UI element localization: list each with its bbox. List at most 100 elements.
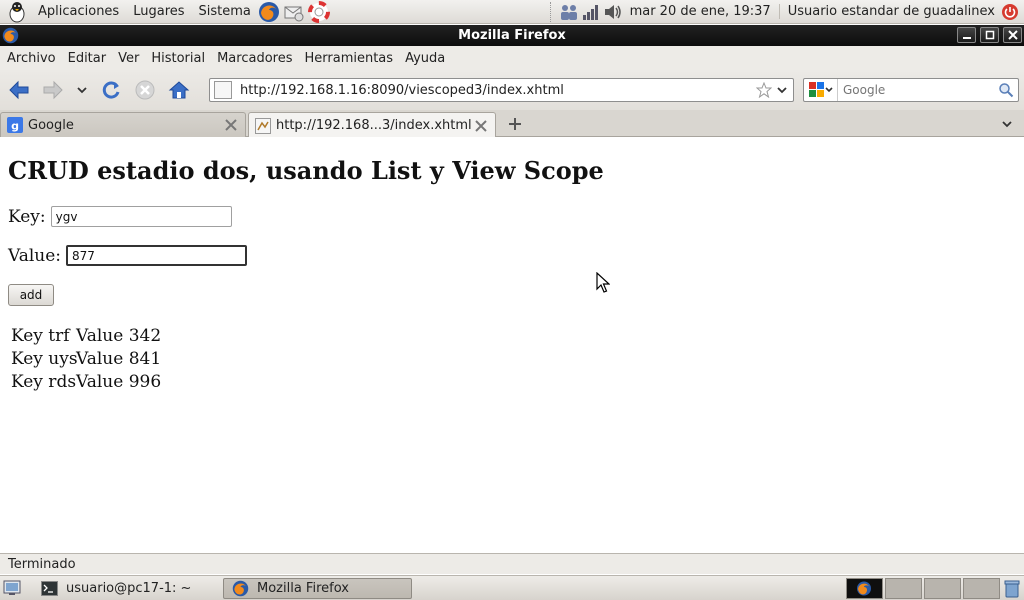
user-switcher[interactable]: Usuario estandar de guadalinex (778, 4, 999, 19)
firefox-icon (232, 580, 249, 597)
status-bar: Terminado (0, 553, 1024, 574)
minimize-icon (962, 37, 971, 39)
top-panel: Aplicaciones Lugares Sistema mar 20 de e… (0, 0, 1024, 24)
result-value: Value 841 (76, 348, 162, 369)
workspace-4[interactable] (963, 578, 1000, 599)
result-key: Key rds (11, 371, 77, 392)
bottom-panel: usuario@pc17-1: ~ Mozilla Firefox (0, 575, 1024, 600)
history-dropdown-button[interactable] (72, 75, 92, 105)
close-window-button[interactable] (1003, 27, 1022, 43)
stop-button[interactable] (130, 75, 160, 105)
bookmark-star-icon[interactable] (755, 81, 773, 99)
window-titlebar[interactable]: Mozilla Firefox (0, 25, 1024, 46)
key-row: Key: (8, 206, 232, 227)
close-tab-icon[interactable] (473, 118, 489, 134)
result-value: Value 996 (76, 371, 162, 392)
trash-icon[interactable] (1003, 579, 1021, 598)
places-menu[interactable]: Lugares (126, 4, 191, 19)
home-icon (168, 81, 190, 99)
forward-arrow-icon (43, 80, 63, 100)
chevron-down-icon (777, 87, 787, 94)
add-button[interactable]: add (8, 284, 54, 306)
maximize-button[interactable] (980, 27, 999, 43)
search-magnifier-icon[interactable] (996, 80, 1016, 100)
window-controls (957, 27, 1022, 43)
panel-clock[interactable]: mar 20 de ene, 19:37 (624, 4, 779, 19)
firefox-icon[interactable] (2, 27, 19, 44)
window-title: Mozilla Firefox (458, 28, 566, 43)
help-launcher-icon[interactable] (307, 0, 330, 23)
task-label: Mozilla Firefox (257, 581, 349, 596)
value-row: Value: (8, 245, 248, 266)
tab-index-xhtml[interactable]: http://192.168...3/index.xhtml (248, 112, 496, 138)
page-heading: CRUD estadio dos, usando List y View Sco… (8, 156, 604, 185)
result-value: Value 342 (76, 325, 162, 346)
menu-herramientas[interactable]: Herramientas (299, 51, 400, 66)
firefox-launcher-icon[interactable] (258, 1, 280, 23)
reload-icon (102, 81, 120, 99)
minimize-button[interactable] (957, 27, 976, 43)
svg-text:g: g (11, 120, 19, 133)
results-list: Key trf Value 342 Key uys Value 841 Key … (11, 324, 161, 393)
url-text[interactable]: http://192.168.1.16:8090/viescoped3/inde… (236, 83, 755, 98)
taskbar-firefox[interactable]: Mozilla Firefox (223, 578, 412, 599)
workspace-3[interactable] (924, 578, 961, 599)
list-item: Key rds Value 996 (11, 370, 161, 393)
system-tray: mar 20 de ene, 19:37 Usuario estandar de… (544, 0, 1024, 24)
workspace-2[interactable] (885, 578, 922, 599)
back-button[interactable] (4, 75, 34, 105)
maximize-icon (985, 30, 994, 40)
task-label: usuario@pc17-1: ~ (66, 581, 192, 596)
tab-label: Google (28, 117, 74, 133)
search-input[interactable] (838, 83, 996, 97)
menu-ver[interactable]: Ver (112, 51, 145, 66)
tab-list-chevron-icon[interactable] (998, 115, 1016, 133)
users-icon[interactable] (559, 2, 579, 22)
back-arrow-icon (9, 80, 29, 100)
network-signal-icon[interactable] (581, 2, 601, 22)
search-engine-selector[interactable] (804, 79, 838, 101)
tray-separator (549, 1, 552, 22)
value-input[interactable] (66, 245, 248, 266)
volume-icon[interactable] (603, 2, 623, 22)
result-key: Key trf (11, 325, 70, 346)
distro-logo-icon[interactable] (6, 1, 28, 23)
tab-label: http://192.168...3/index.xhtml (276, 118, 472, 133)
system-menu[interactable]: Sistema (192, 4, 258, 19)
page-content: CRUD estadio dos, usando List y View Sco… (0, 137, 1024, 553)
home-button[interactable] (164, 75, 194, 105)
site-identity-icon[interactable] (214, 81, 232, 99)
show-desktop-icon[interactable] (3, 579, 21, 597)
mail-launcher-icon[interactable] (283, 1, 305, 23)
url-history-dropdown[interactable] (775, 81, 789, 99)
close-tab-icon[interactable] (223, 117, 239, 133)
key-input[interactable] (50, 206, 232, 227)
menu-archivo[interactable]: Archivo (1, 51, 62, 66)
key-label: Key: (8, 206, 46, 227)
power-icon[interactable] (1000, 2, 1020, 22)
menu-historial[interactable]: Historial (145, 51, 211, 66)
forward-button[interactable] (38, 75, 68, 105)
new-tab-plus-icon[interactable] (506, 115, 524, 133)
close-icon (1007, 30, 1018, 40)
stop-icon (135, 80, 155, 100)
tab-google[interactable]: g Google (0, 112, 246, 137)
tab-strip: g Google http://192.168...3/index.xhtml (0, 110, 1024, 138)
result-key: Key uys (11, 348, 78, 369)
menu-ayuda[interactable]: Ayuda (399, 51, 451, 66)
mouse-cursor-icon (596, 271, 611, 298)
menu-editar[interactable]: Editar (62, 51, 113, 66)
google-favicon-icon: g (7, 117, 23, 133)
menu-bar: Archivo Editar Ver Historial Marcadores … (0, 46, 1024, 70)
reload-button[interactable] (96, 75, 126, 105)
workspace-1[interactable] (846, 578, 883, 599)
status-text: Terminado (8, 556, 76, 572)
list-item: Key trf Value 342 (11, 324, 161, 347)
menu-marcadores[interactable]: Marcadores (211, 51, 298, 66)
taskbar-terminal[interactable]: usuario@pc17-1: ~ (33, 578, 219, 599)
navigation-toolbar: http://192.168.1.16:8090/viescoped3/inde… (0, 70, 1024, 110)
search-bar[interactable] (803, 78, 1019, 102)
chevron-down-icon (77, 87, 87, 94)
url-bar[interactable]: http://192.168.1.16:8090/viescoped3/inde… (209, 78, 794, 102)
applications-menu[interactable]: Aplicaciones (31, 4, 126, 19)
